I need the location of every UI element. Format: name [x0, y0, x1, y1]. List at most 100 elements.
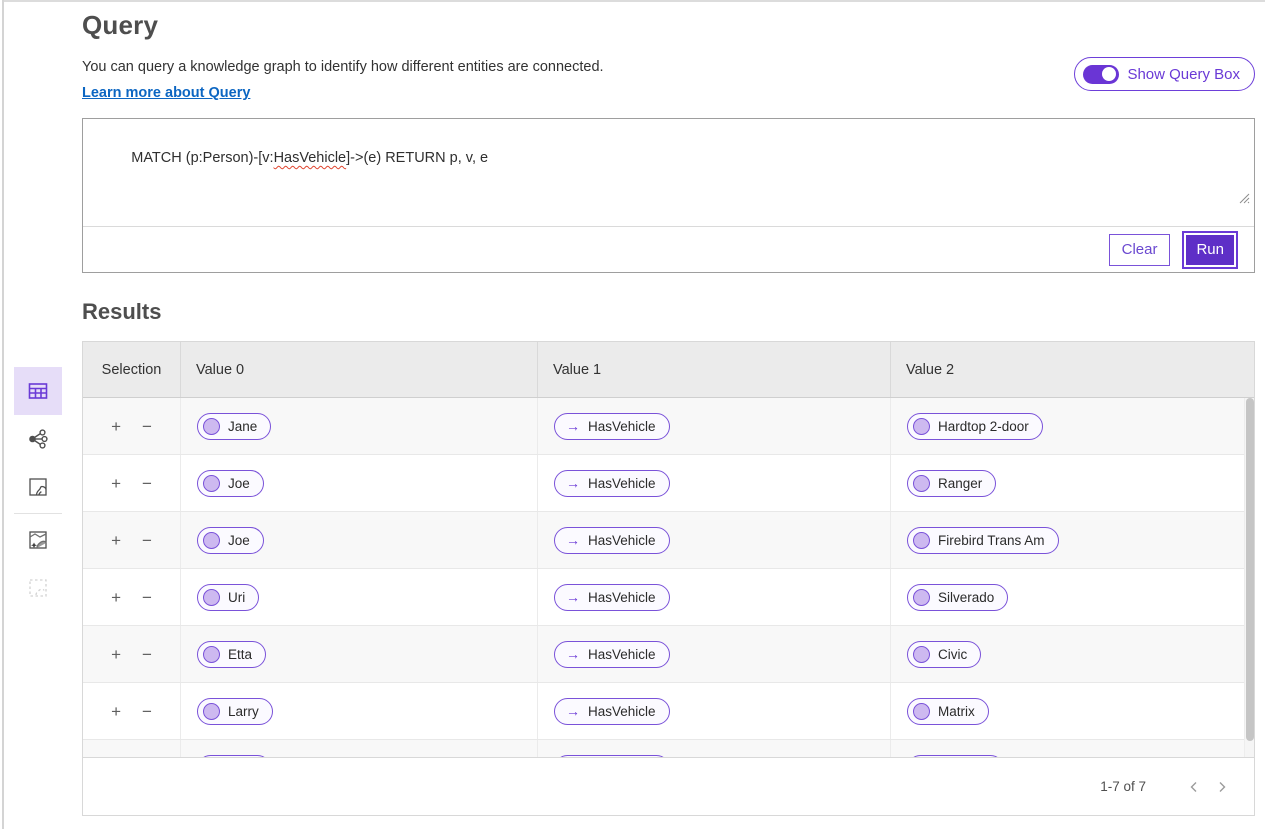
value1-cell: → HasVehicle: [538, 512, 891, 568]
entity-pill[interactable]: Silverado: [907, 584, 1008, 611]
entity-node-icon: [203, 532, 220, 549]
next-page-button[interactable]: [1208, 777, 1236, 797]
relationship-label: HasVehicle: [588, 533, 656, 548]
query-text: MATCH (p:Person)-[v:: [131, 150, 273, 166]
value0-cell: Joe: [181, 512, 538, 568]
row-remove-from-selection-button[interactable]: −: [140, 473, 154, 494]
entity-label: Silverado: [938, 590, 994, 605]
value2-cell: Silverado: [891, 569, 1254, 625]
map-icon: [26, 475, 50, 499]
query-actions-bar: Clear Run: [83, 226, 1254, 272]
entity-node-icon: [203, 646, 220, 663]
entity-label: Uri: [228, 590, 245, 605]
entity-label: Civic: [938, 647, 967, 662]
value2-cell: Civic: [891, 626, 1254, 682]
column-header-selection: Selection: [83, 342, 181, 397]
value1-cell: → HasVehicle: [538, 455, 891, 511]
dashed-map-icon: [26, 576, 50, 600]
value2-cell: Matrix: [891, 683, 1254, 739]
arrow-right-icon: →: [560, 589, 580, 605]
row-add-to-selection-button[interactable]: +: [109, 473, 123, 494]
relationship-pill[interactable]: → HasVehicle: [554, 641, 670, 668]
entity-pill[interactable]: Larry: [197, 698, 273, 725]
arrow-right-icon: →: [560, 703, 580, 719]
value0-cell: Jane: [181, 398, 538, 454]
entity-pill[interactable]: Joe: [197, 527, 264, 554]
query-text-after: ]->(e) RETURN p, v, e: [346, 150, 488, 166]
entity-node-icon: [203, 589, 220, 606]
toggle-label: Show Query Box: [1127, 66, 1240, 83]
entity-label: Firebird Trans Am: [938, 533, 1045, 548]
selection-cell: + −: [83, 683, 181, 739]
arrow-right-icon: →: [560, 418, 580, 434]
show-query-box-toggle[interactable]: Show Query Box: [1074, 57, 1255, 91]
entity-node-icon: [913, 646, 930, 663]
panel-left-border: [2, 0, 4, 829]
row-add-to-selection-button[interactable]: +: [109, 530, 123, 551]
vertical-scrollbar[interactable]: [1244, 398, 1254, 759]
selection-cell: + −: [83, 398, 181, 454]
run-button[interactable]: Run: [1184, 233, 1236, 267]
row-add-to-selection-button[interactable]: +: [109, 644, 123, 665]
entity-node-icon: [203, 418, 220, 435]
view-switcher-rail: [14, 367, 62, 612]
sidebar-item-table-view[interactable]: [14, 367, 62, 415]
row-remove-from-selection-button[interactable]: −: [140, 587, 154, 608]
sidebar-item-add-to-map[interactable]: [14, 516, 62, 564]
sidebar-item-link-chart-view[interactable]: [14, 415, 62, 463]
row-remove-from-selection-button[interactable]: −: [140, 416, 154, 437]
entity-pill[interactable]: Etta: [197, 641, 266, 668]
entity-node-icon: [913, 418, 930, 435]
relationship-pill[interactable]: → HasVehicle: [554, 470, 670, 497]
table-row: + − Jane → HasVehicle Hardtop 2-door: [83, 398, 1254, 455]
entity-pill[interactable]: Hardtop 2-door: [907, 413, 1043, 440]
entity-pill[interactable]: Matrix: [907, 698, 989, 725]
entity-pill[interactable]: Ranger: [907, 470, 996, 497]
row-remove-from-selection-button[interactable]: −: [140, 701, 154, 722]
entity-pill[interactable]: Jane: [197, 413, 271, 440]
value1-cell: → HasVehicle: [538, 569, 891, 625]
arrow-right-icon: →: [560, 532, 580, 548]
relationship-pill[interactable]: → HasVehicle: [554, 527, 670, 554]
entity-pill[interactable]: Uri: [197, 584, 259, 611]
selection-cell: + −: [83, 626, 181, 682]
relationship-pill[interactable]: → HasVehicle: [554, 413, 670, 440]
sidebar-item-map-view[interactable]: [14, 463, 62, 511]
selection-cell: + −: [83, 455, 181, 511]
relationship-label: HasVehicle: [588, 647, 656, 662]
table-row: + − Joe → HasVehicle Ranger: [83, 455, 1254, 512]
resize-grip-icon[interactable]: [1197, 175, 1250, 224]
table-row: + − Joe → HasVehicle Firebird Trans Am: [83, 512, 1254, 569]
table-row: + − Uri → HasVehicle Silverado: [83, 569, 1254, 626]
entity-pill[interactable]: Civic: [907, 641, 981, 668]
relationship-label: HasVehicle: [588, 476, 656, 491]
table-header-row: Selection Value 0 Value 1 Value 2: [83, 342, 1254, 398]
row-add-to-selection-button[interactable]: +: [109, 416, 123, 437]
entity-node-icon: [913, 532, 930, 549]
column-header-value1: Value 1: [538, 342, 891, 397]
value2-cell: Hardtop 2-door: [891, 398, 1254, 454]
row-remove-from-selection-button[interactable]: −: [140, 530, 154, 551]
entity-label: Jane: [228, 419, 257, 434]
relationship-pill[interactable]: → HasVehicle: [554, 584, 670, 611]
row-add-to-selection-button[interactable]: +: [109, 701, 123, 722]
value0-cell: Etta: [181, 626, 538, 682]
table-footer: 1-7 of 7: [83, 757, 1254, 815]
relationship-pill[interactable]: → HasVehicle: [554, 698, 670, 725]
results-table-body: + − Jane → HasVehicle Hardtop 2-door + −: [83, 398, 1254, 759]
table-row: + − Etta → HasVehicle Civic: [83, 626, 1254, 683]
entity-pill[interactable]: Firebird Trans Am: [907, 527, 1059, 554]
learn-more-link[interactable]: Learn more about Query: [82, 85, 250, 101]
previous-page-button[interactable]: [1180, 777, 1208, 797]
row-remove-from-selection-button[interactable]: −: [140, 644, 154, 665]
clear-button[interactable]: Clear: [1109, 234, 1171, 266]
entity-label: Matrix: [938, 704, 975, 719]
rail-divider: [14, 513, 62, 514]
query-input[interactable]: MATCH (p:Person)-[v:HasVehicle]->(e) RET…: [83, 119, 1254, 228]
scrollbar-thumb[interactable]: [1246, 398, 1254, 741]
row-add-to-selection-button[interactable]: +: [109, 587, 123, 608]
arrow-right-icon: →: [560, 475, 580, 491]
relationship-label: HasVehicle: [588, 590, 656, 605]
entity-pill[interactable]: Joe: [197, 470, 264, 497]
column-header-value2: Value 2: [891, 342, 1254, 397]
